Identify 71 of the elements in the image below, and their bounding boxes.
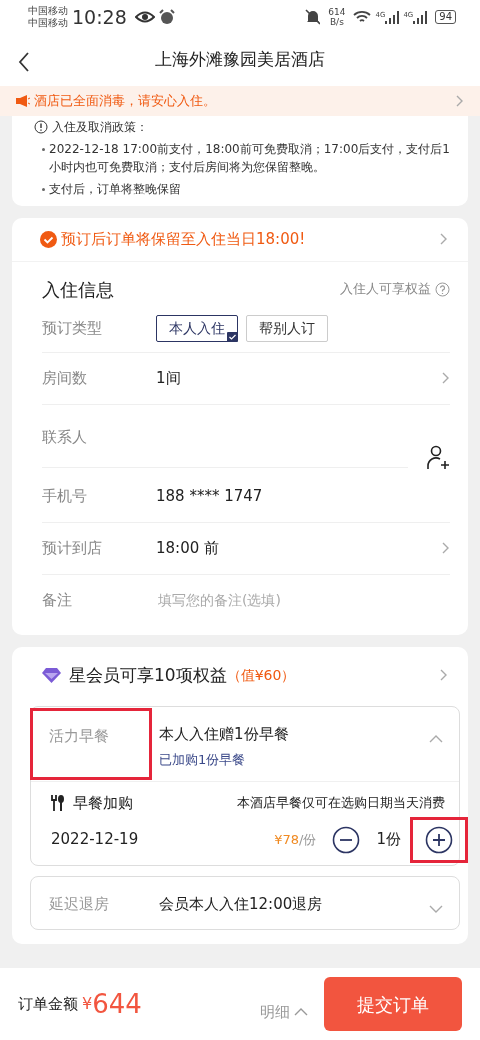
network-speed: 614 [328, 7, 346, 17]
benefit-label: 活力早餐 [31, 709, 151, 779]
back-icon[interactable] [18, 52, 30, 72]
quantity: 1份 [376, 829, 401, 851]
currency-sign: ¥ [82, 994, 93, 1015]
status-time: 10:28 [72, 4, 127, 30]
eye-icon [134, 11, 155, 23]
alarm-icon [158, 9, 175, 25]
battery-indicator: 94 [435, 10, 456, 24]
field-value: 188 **** 1747 [156, 485, 264, 507]
muted-bell-icon [305, 9, 321, 25]
benefit-title: 本人入住赠1份早餐 [159, 724, 290, 745]
help-icon [435, 281, 450, 297]
chevron-icon [439, 668, 448, 683]
signal-icon [413, 10, 428, 24]
field-label: 手机号 [42, 485, 88, 507]
policy-text: 支付后，订单将整晚保留 [49, 181, 181, 198]
add-person-icon[interactable] [426, 444, 450, 471]
check-icon [227, 331, 238, 342]
field-label: 备注 [42, 590, 73, 612]
chevron-icon [294, 1006, 308, 1018]
notice-text: 酒店已全面消毒，请安心入住。 [34, 92, 217, 111]
info-icon [34, 120, 48, 134]
field-value[interactable]: 1间 [156, 366, 441, 390]
member-title: 星会员可享10项权益 [69, 663, 227, 687]
member-value: （值¥60） [226, 665, 297, 685]
chevron-icon [441, 371, 450, 385]
benefit-header[interactable]: 延迟退房 会员本人入住12:00退房 [31, 876, 459, 929]
addon-date: 2022-12-19 [51, 829, 140, 851]
field-value[interactable]: 18:00 前 [156, 536, 441, 560]
field-label: 预订类型 [42, 317, 103, 339]
chevron-icon [455, 94, 464, 108]
carrier-name: 中国移动 [28, 17, 68, 29]
chevron-icon [441, 541, 450, 555]
utensils-icon [51, 795, 65, 812]
addon-title: 早餐加购 [73, 793, 134, 814]
addon-price: ¥78 [274, 830, 300, 849]
benefit-label: 延迟退房 [48, 893, 110, 915]
booking-type-option[interactable]: 帮别人订 [246, 314, 328, 342]
addon-note: 本酒店早餐仅可在选购日期当天消费 [237, 793, 445, 812]
guarantee-text: 预订后订单将保留至入住当日18:00! [61, 229, 307, 250]
bullet-dot [42, 148, 45, 151]
plus-button[interactable] [425, 825, 453, 854]
total-label: 订单金额 [18, 993, 78, 1015]
member-row[interactable]: 星会员可享10项权益（值¥60） [12, 646, 468, 706]
benefit-title: 会员本人入住12:00退房 [159, 893, 324, 915]
signal-icon [385, 10, 400, 24]
bullet-dot [42, 188, 45, 191]
carrier-name: 中国移动 [28, 5, 68, 17]
details-label: 明细 [260, 1001, 290, 1023]
booking-type-option[interactable]: 本人入住 [156, 314, 238, 342]
minus-button[interactable] [332, 825, 361, 854]
section-title: 入住信息 [42, 277, 114, 302]
benefits-link[interactable]: 入住人可享权益 [340, 279, 431, 299]
total-amount: 644 [92, 987, 143, 1021]
policy-text: 2022-12-18 17:00前支付，18:00前可免费取消；17:00后支付，支付后1小时内也可免费取消；支付后房间将为您保留整晚。 [49, 141, 451, 176]
diamond-icon [42, 667, 61, 684]
network-speed: B/s [328, 17, 345, 27]
price-unit: /份 [299, 830, 317, 849]
page-title: 上海外滩豫园美居酒店 [155, 48, 325, 72]
chevron-icon [439, 232, 448, 247]
wifi-icon [353, 10, 372, 24]
benefit-header[interactable]: 活力早餐 本人入住赠1份早餐 已加购1份早餐 [31, 707, 459, 781]
field-label: 联系人 [42, 426, 88, 448]
field-label: 房间数 [42, 367, 88, 389]
benefit-status: 已加购1份早餐 [159, 750, 247, 769]
policy-title: 入住及取消政策： [52, 119, 148, 136]
guarantee-row[interactable]: 预订后订单将保留至入住当日18:00! [12, 218, 468, 262]
field-label: 预计到店 [42, 537, 103, 559]
check-circle-icon [40, 230, 57, 248]
megaphone-icon [16, 95, 30, 107]
